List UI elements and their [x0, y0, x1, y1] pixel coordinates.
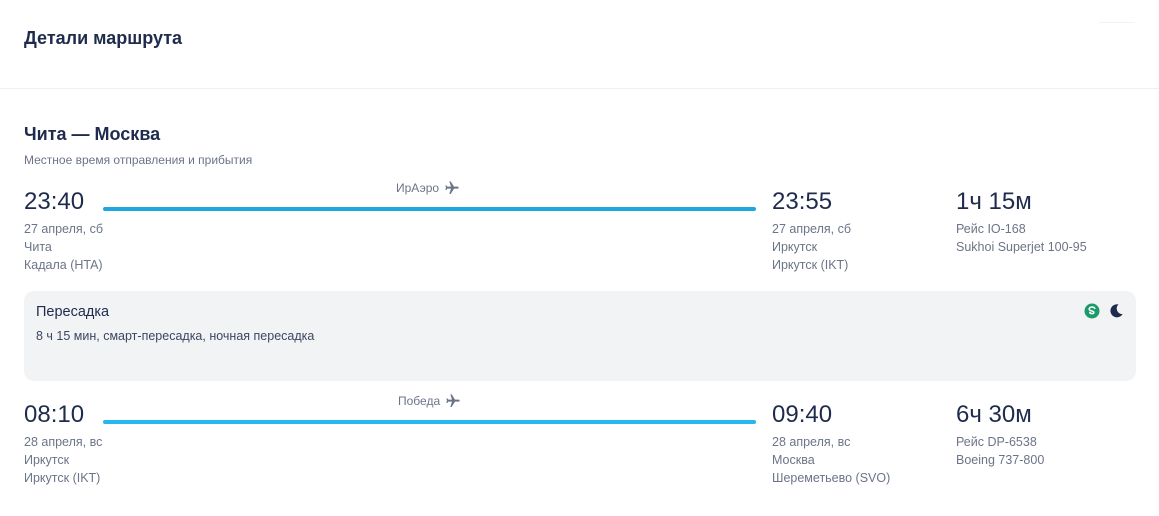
departure-time: 08:10: [24, 401, 85, 428]
arrival-info: 28 апреля, вс Москва Шереметьево (SVO): [772, 433, 890, 487]
arrival-time: 23:55: [772, 188, 833, 215]
flight-number: Рейс IO-168: [956, 222, 1026, 236]
flight-duration: 1ч 15м: [956, 188, 1032, 215]
carrier-label: Победа: [398, 393, 461, 409]
smart-transfer-icon: [1084, 303, 1100, 319]
route-subtitle: Местное время отправления и прибытия: [24, 153, 253, 167]
departure-info: 27 апреля, сб Чита Кадала (HTA): [24, 220, 103, 274]
flight-number: Рейс DP-6538: [956, 435, 1037, 449]
flight-duration: 6ч 30м: [956, 401, 1032, 428]
arrival-info: 27 апреля, сб Иркутск Иркутск (IKT): [772, 220, 851, 274]
flight-segment-1: 23:40 ИрАэро 23:55 1ч 15м 27 апреля, сб …: [0, 181, 1159, 288]
departure-time: 23:40: [24, 188, 85, 215]
flight-info: Рейс IO-168 Sukhoi Superjet 100-95: [956, 220, 1087, 256]
departure-date: 27 апреля, сб: [24, 222, 104, 236]
carrier-label: ИрАэро: [396, 180, 460, 196]
night-moon-icon: [1110, 304, 1123, 318]
page-header: Детали маршрута: [0, 0, 1159, 89]
aircraft-type: Boeing 737-800: [956, 453, 1045, 467]
carrier-name: ИрАэро: [396, 181, 440, 195]
departure-city: Чита: [24, 240, 52, 254]
transfer-icons: [1084, 303, 1124, 319]
flight-segment-2: 08:10 Победа 09:40 6ч 30м 28 апреля, вс …: [0, 394, 1159, 501]
page-title: Детали маршрута: [24, 28, 183, 48]
carrier-name: Победа: [398, 394, 441, 408]
aircraft-type: Sukhoi Superjet 100-95: [956, 240, 1087, 254]
departure-date: 28 апреля, вс: [24, 435, 103, 449]
plane-icon: [446, 394, 460, 407]
arrival-airport: Шереметьево (SVO): [772, 471, 891, 485]
arrival-time: 09:40: [772, 401, 833, 428]
arrival-city: Москва: [772, 453, 815, 467]
plane-icon: [445, 181, 459, 194]
arrival-airport: Иркутск (IKT): [772, 258, 849, 272]
transfer-card: Пересадка 8 ч 15 мин, смарт-пересадка, н…: [24, 291, 1136, 381]
flight-info: Рейс DP-6538 Boeing 737-800: [956, 433, 1044, 469]
transfer-details: 8 ч 15 мин, смарт-пересадка, ночная пере…: [36, 329, 315, 343]
arrival-city: Иркутск: [772, 240, 818, 254]
route-title: Чита — Москва: [24, 124, 161, 144]
departure-airport: Кадала (HTA): [24, 258, 103, 272]
close-button[interactable]: [1099, 22, 1135, 31]
flight-bar: [103, 420, 756, 424]
flight-bar: [103, 207, 756, 211]
departure-airport: Иркутск (IKT): [24, 471, 101, 485]
departure-city: Иркутск: [24, 453, 70, 467]
arrival-date: 27 апреля, сб: [772, 222, 852, 236]
departure-info: 28 апреля, вс Иркутск Иркутск (IKT): [24, 433, 102, 487]
arrival-date: 28 апреля, вс: [772, 435, 851, 449]
transfer-title: Пересадка: [36, 304, 110, 320]
